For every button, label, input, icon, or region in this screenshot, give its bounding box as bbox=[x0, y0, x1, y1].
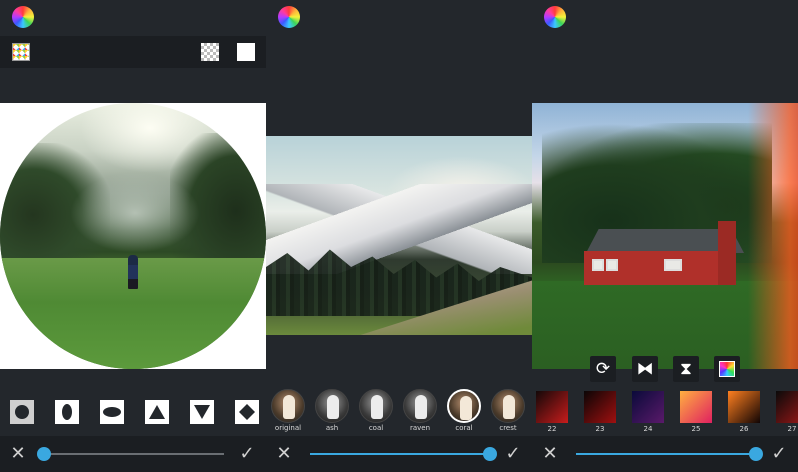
shape-ellipse-vertical-button[interactable] bbox=[55, 400, 79, 424]
filter-thumbnail bbox=[403, 389, 437, 423]
filter-label: raven bbox=[409, 424, 431, 432]
rotate-icon[interactable]: ⟳ bbox=[590, 356, 616, 382]
filter-label: coral bbox=[455, 424, 473, 432]
intensity-slider[interactable] bbox=[37, 447, 224, 461]
overlay-label: 23 bbox=[595, 425, 605, 433]
triangle-down-icon bbox=[194, 405, 210, 419]
bottom-bar: ✕ ✓ bbox=[0, 436, 266, 472]
shape-strip bbox=[0, 387, 266, 435]
diamond-icon bbox=[239, 404, 255, 420]
overlay-26[interactable]: 26 bbox=[728, 391, 760, 433]
filter-label: original bbox=[274, 424, 302, 432]
slider-knob[interactable] bbox=[483, 447, 497, 461]
confirm-icon[interactable]: ✓ bbox=[770, 445, 788, 463]
filter-original[interactable]: original bbox=[271, 389, 305, 432]
close-icon[interactable]: ✕ bbox=[276, 445, 292, 463]
overlay-label: 25 bbox=[691, 425, 701, 433]
overlay-label: 27 bbox=[787, 425, 797, 433]
overlay-thumbnail bbox=[584, 391, 616, 423]
panel-filters: original ash coal raven coral crest ✕ ✓ bbox=[266, 0, 532, 472]
toolbar bbox=[0, 36, 266, 68]
bottom-bar: ✕ ✓ bbox=[532, 436, 798, 472]
overlay-thumbnail bbox=[776, 391, 798, 423]
flip-horizontal-icon[interactable]: ⧓ bbox=[632, 356, 658, 382]
slider-knob[interactable] bbox=[749, 447, 763, 461]
app-logo-icon bbox=[278, 6, 300, 28]
photo-background-icon[interactable] bbox=[12, 43, 30, 61]
circle-cropped-photo bbox=[0, 103, 266, 369]
filter-thumbnail bbox=[491, 389, 525, 423]
bottom-bar: ✕ ✓ bbox=[266, 436, 532, 472]
overlay-strip: 22 23 24 25 26 27 bbox=[532, 387, 798, 435]
filter-label: crest bbox=[499, 424, 517, 432]
intensity-slider[interactable] bbox=[576, 447, 763, 461]
slider-fill bbox=[310, 453, 490, 455]
slider-fill bbox=[576, 453, 756, 455]
overlay-25[interactable]: 25 bbox=[680, 391, 712, 433]
filter-label: ash bbox=[325, 424, 339, 432]
filter-crest[interactable]: crest bbox=[491, 389, 525, 432]
overlay-thumbnail bbox=[632, 391, 664, 423]
overlay-thumbnail bbox=[728, 391, 760, 423]
overlay-thumbnail bbox=[680, 391, 712, 423]
close-icon[interactable]: ✕ bbox=[10, 445, 26, 463]
confirm-icon[interactable]: ✓ bbox=[504, 445, 522, 463]
filter-label: coal bbox=[368, 424, 384, 432]
overlay-23[interactable]: 23 bbox=[584, 391, 616, 433]
slider-knob[interactable] bbox=[37, 447, 51, 461]
app-logo-icon bbox=[544, 6, 566, 28]
overlay-label: 26 bbox=[739, 425, 749, 433]
transparent-background-icon[interactable] bbox=[201, 43, 219, 61]
filter-coral[interactable]: coral bbox=[447, 389, 481, 432]
circle-icon bbox=[15, 405, 29, 419]
filter-thumbnail bbox=[447, 389, 481, 423]
flip-vertical-icon[interactable]: ⧗ bbox=[673, 356, 699, 382]
overlay-27[interactable]: 27 bbox=[776, 391, 798, 433]
white-background-icon[interactable] bbox=[237, 43, 255, 61]
filter-thumbnail bbox=[359, 389, 393, 423]
panel-overlays: ⟳ ⧓ ⧗ 22 23 24 25 26 27 ✕ ✓ bbox=[532, 0, 798, 472]
app-logo-icon bbox=[12, 6, 34, 28]
shape-triangle-up-button[interactable] bbox=[145, 400, 169, 424]
ellipse-horizontal-icon bbox=[103, 407, 121, 417]
shape-diamond-button[interactable] bbox=[235, 400, 259, 424]
overlay-label: 22 bbox=[547, 425, 557, 433]
ellipse-vertical-icon bbox=[62, 404, 72, 420]
shape-triangle-down-button[interactable] bbox=[190, 400, 214, 424]
intensity-slider[interactable] bbox=[310, 447, 497, 461]
panel-shapes: ✕ ✓ bbox=[0, 0, 266, 472]
filter-thumbnail bbox=[271, 389, 305, 423]
filter-coal[interactable]: coal bbox=[359, 389, 393, 432]
shape-circle-button[interactable] bbox=[10, 400, 34, 424]
close-icon[interactable]: ✕ bbox=[542, 445, 558, 463]
house-photo[interactable] bbox=[532, 103, 798, 369]
overlay-22[interactable]: 22 bbox=[536, 391, 568, 433]
overlay-label: 24 bbox=[643, 425, 653, 433]
filter-strip: original ash coal raven coral crest bbox=[266, 387, 532, 435]
confirm-icon[interactable]: ✓ bbox=[238, 445, 256, 463]
color-picker-icon[interactable] bbox=[714, 356, 740, 382]
filter-thumbnail bbox=[315, 389, 349, 423]
photo-canvas[interactable] bbox=[0, 103, 266, 369]
overlay-24[interactable]: 24 bbox=[632, 391, 664, 433]
filter-ash[interactable]: ash bbox=[315, 389, 349, 432]
filter-raven[interactable]: raven bbox=[403, 389, 437, 432]
overlay-thumbnail bbox=[536, 391, 568, 423]
triangle-up-icon bbox=[149, 405, 165, 419]
mountain-photo[interactable] bbox=[266, 136, 532, 335]
shape-ellipse-horizontal-button[interactable] bbox=[100, 400, 124, 424]
